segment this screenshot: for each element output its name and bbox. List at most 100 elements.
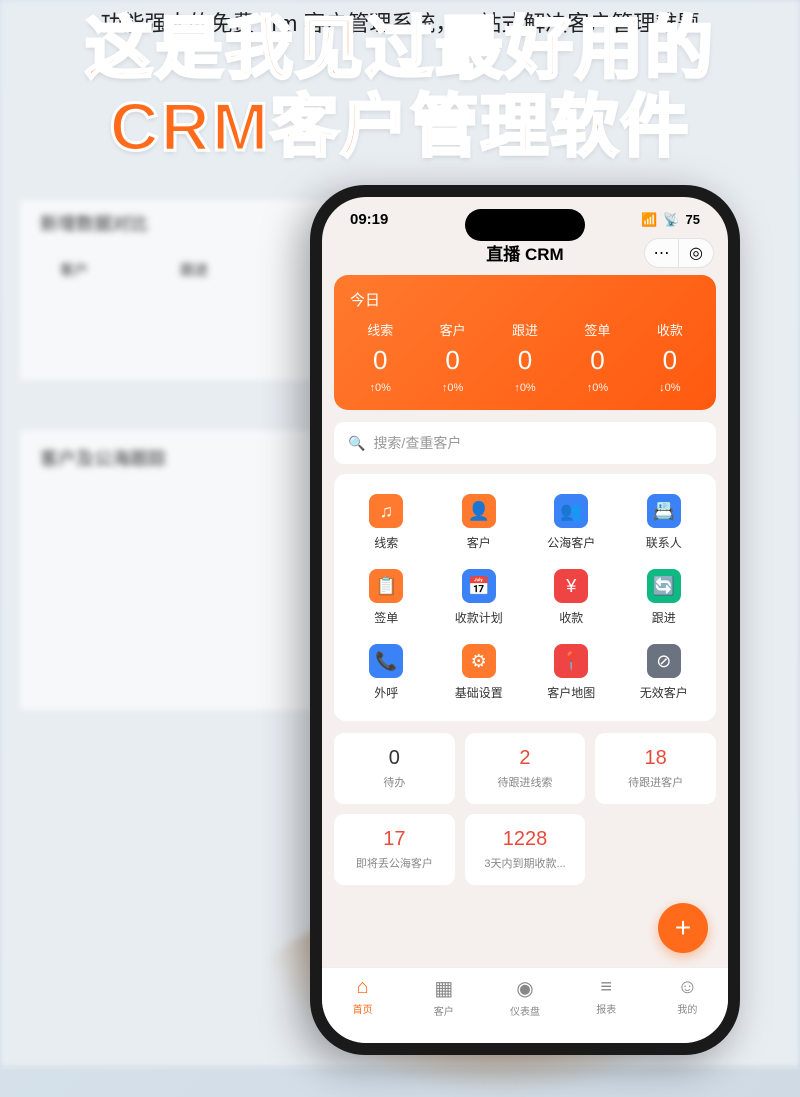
phone-frame: 09:19 📶 📡 75 直播 CRM ⋯ ◎ 今日 线索 0 ↑0%客户 0 …: [310, 185, 740, 1055]
bg-section2-title: 客户及公海跟踪: [40, 445, 166, 471]
status-time: 09:19: [350, 211, 388, 228]
stat-change: ↓0%: [634, 382, 706, 394]
tile-待跟进线索[interactable]: 2 待跟进线索: [465, 733, 586, 804]
stat-change: ↑0%: [561, 382, 633, 394]
grid-item-联系人[interactable]: 📇 联系人: [618, 488, 711, 563]
bg-col1: 客户: [60, 260, 88, 280]
hero-text: 这是我见过最好用的 CRM客户管理软件: [0, 10, 800, 166]
tab-label: 仪表盘: [484, 1003, 565, 1018]
battery-level: 75: [686, 212, 700, 227]
tile-value: 18: [601, 747, 710, 770]
tile-label: 3天内到期收款...: [471, 855, 580, 871]
stat-value: 0: [634, 345, 706, 376]
bg-col2: 跟进: [180, 260, 208, 280]
grid-label: 收款: [525, 609, 618, 626]
stat-线索[interactable]: 线索 0 ↑0%: [344, 320, 416, 394]
stat-change: ↑0%: [416, 382, 488, 394]
stat-value: 0: [561, 345, 633, 376]
grid-label: 签单: [340, 609, 433, 626]
grid-label: 无效客户: [618, 684, 711, 701]
grid-icon: ♫: [369, 494, 403, 528]
bg-section-title: 新增数据对比: [40, 210, 148, 236]
miniprogram-actions: ⋯ ◎: [644, 238, 714, 268]
stat-value: 0: [344, 345, 416, 376]
tab-icon: ≡: [566, 976, 647, 999]
grid-label: 线索: [340, 534, 433, 551]
grid-label: 联系人: [618, 534, 711, 551]
signal-icon: 📶: [641, 212, 657, 228]
grid-icon: 👤: [462, 494, 496, 528]
tab-label: 报表: [566, 1001, 647, 1016]
tab-label: 客户: [403, 1003, 484, 1018]
tab-报表[interactable]: ≡ 报表: [566, 976, 647, 1043]
grid-icon: 🔄: [647, 569, 681, 603]
search-placeholder: 搜索/查重客户: [373, 433, 461, 453]
stat-change: ↑0%: [489, 382, 561, 394]
grid-item-签单[interactable]: 📋 签单: [340, 563, 433, 638]
tile-3天内到期收款...[interactable]: 1228 3天内到期收款...: [465, 814, 586, 885]
grid-item-无效客户[interactable]: ⊘ 无效客户: [618, 638, 711, 713]
todo-tiles: 0 待办2 待跟进线索18 待跟进客户17 即将丢公海客户1228 3天内到期收…: [334, 733, 716, 885]
more-icon[interactable]: ⋯: [645, 239, 679, 267]
stat-value: 0: [416, 345, 488, 376]
grid-item-收款[interactable]: ¥ 收款: [525, 563, 618, 638]
phone-notch: [465, 209, 585, 241]
grid-icon: 📇: [647, 494, 681, 528]
stat-value: 0: [489, 345, 561, 376]
grid-label: 客户地图: [525, 684, 618, 701]
search-icon: 🔍: [348, 435, 365, 452]
tab-bar: ⌂ 首页▦ 客户◉ 仪表盘≡ 报表☺ 我的: [322, 967, 728, 1043]
grid-label: 客户: [433, 534, 526, 551]
tile-label: 待跟进线索: [471, 774, 580, 790]
today-label: 今日: [350, 289, 706, 310]
grid-icon: ¥: [554, 569, 588, 603]
tile-value: 0: [340, 747, 449, 770]
tab-首页[interactable]: ⌂ 首页: [322, 976, 403, 1043]
stat-客户[interactable]: 客户 0 ↑0%: [416, 320, 488, 394]
grid-item-外呼[interactable]: 📞 外呼: [340, 638, 433, 713]
grid-item-客户地图[interactable]: 📍 客户地图: [525, 638, 618, 713]
tab-仪表盘[interactable]: ◉ 仪表盘: [484, 976, 565, 1043]
grid-icon: 📋: [369, 569, 403, 603]
grid-label: 收款计划: [433, 609, 526, 626]
grid-item-客户[interactable]: 👤 客户: [433, 488, 526, 563]
feature-grid: ♫ 线索👤 客户👥 公海客户📇 联系人📋 签单📅 收款计划¥ 收款🔄 跟进📞 外…: [334, 474, 716, 721]
search-input[interactable]: 🔍 搜索/查重客户: [334, 422, 716, 464]
tile-label: 待跟进客户: [601, 774, 710, 790]
grid-item-收款计划[interactable]: 📅 收款计划: [433, 563, 526, 638]
tab-icon: ☺: [647, 976, 728, 999]
grid-icon: 📞: [369, 644, 403, 678]
stat-change: ↑0%: [344, 382, 416, 394]
today-stats-card: 今日 线索 0 ↑0%客户 0 ↑0%跟进 0 ↑0%签单 0 ↑0%收款 0 …: [334, 275, 716, 410]
tab-我的[interactable]: ☺ 我的: [647, 976, 728, 1043]
stat-label: 跟进: [489, 320, 561, 339]
stat-签单[interactable]: 签单 0 ↑0%: [561, 320, 633, 394]
tile-label: 即将丢公海客户: [340, 855, 449, 871]
tab-icon: ◉: [484, 976, 565, 1001]
grid-label: 公海客户: [525, 534, 618, 551]
tab-客户[interactable]: ▦ 客户: [403, 976, 484, 1043]
grid-icon: ⊘: [647, 644, 681, 678]
tab-icon: ▦: [403, 976, 484, 1001]
tile-value: 17: [340, 828, 449, 851]
grid-label: 外呼: [340, 684, 433, 701]
tile-待跟进客户[interactable]: 18 待跟进客户: [595, 733, 716, 804]
stat-label: 线索: [344, 320, 416, 339]
add-button[interactable]: +: [658, 903, 708, 953]
stat-跟进[interactable]: 跟进 0 ↑0%: [489, 320, 561, 394]
grid-item-基础设置[interactable]: ⚙ 基础设置: [433, 638, 526, 713]
tab-label: 我的: [647, 1001, 728, 1016]
grid-item-公海客户[interactable]: 👥 公海客户: [525, 488, 618, 563]
grid-item-线索[interactable]: ♫ 线索: [340, 488, 433, 563]
stat-label: 客户: [416, 320, 488, 339]
tile-待办[interactable]: 0 待办: [334, 733, 455, 804]
wifi-icon: 📡: [663, 212, 679, 228]
close-icon[interactable]: ◎: [679, 239, 713, 267]
grid-icon: 👥: [554, 494, 588, 528]
grid-item-跟进[interactable]: 🔄 跟进: [618, 563, 711, 638]
stat-label: 签单: [561, 320, 633, 339]
tab-label: 首页: [322, 1001, 403, 1016]
stat-收款[interactable]: 收款 0 ↓0%: [634, 320, 706, 394]
tile-即将丢公海客户[interactable]: 17 即将丢公海客户: [334, 814, 455, 885]
grid-label: 跟进: [618, 609, 711, 626]
